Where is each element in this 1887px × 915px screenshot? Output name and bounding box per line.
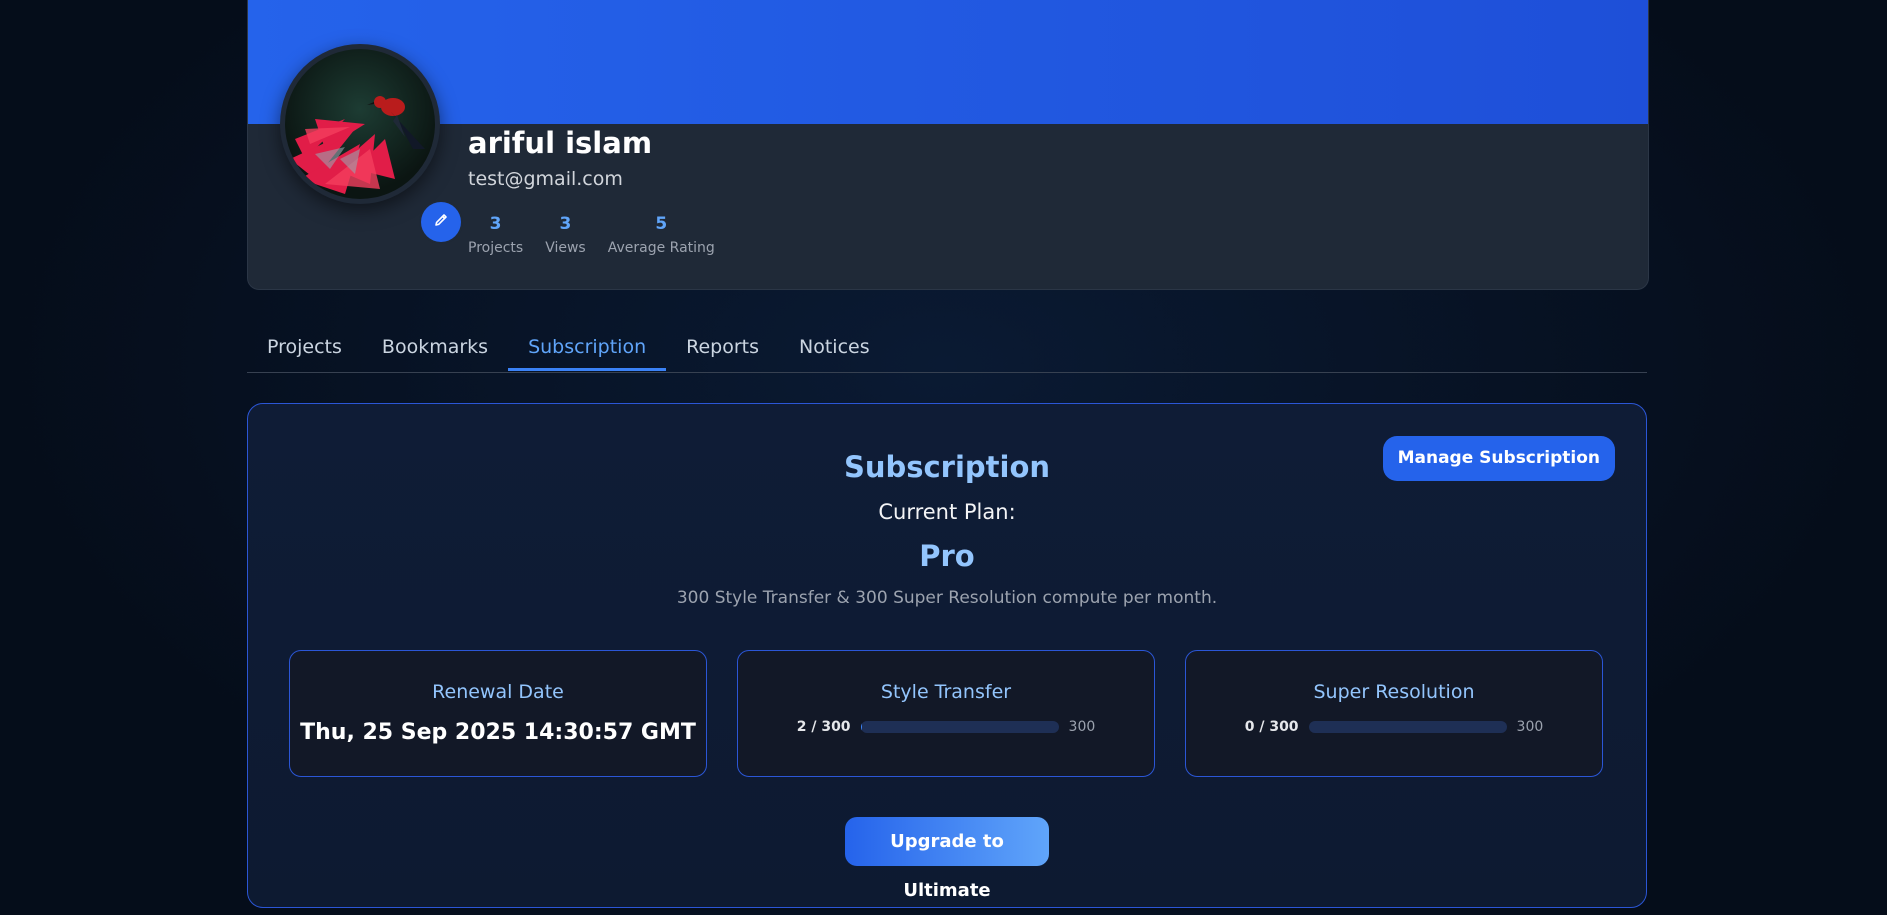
style-transfer-title: Style Transfer	[880, 681, 1012, 703]
profile-tabs: Projects Bookmarks Subscription Reports …	[247, 324, 1647, 373]
stat-value: 3	[489, 214, 502, 234]
profile-banner	[248, 0, 1648, 124]
stat-label: Views	[545, 240, 586, 256]
stat-value: 3	[559, 214, 572, 234]
stat-label: Average Rating	[607, 240, 715, 256]
style-transfer-usage: 2 / 300 300	[738, 719, 1154, 735]
profile-card: ariful islam test@gmail.com 3 Projects 3…	[247, 0, 1649, 290]
usage-max: 300	[1068, 719, 1096, 735]
stat-label: Projects	[468, 240, 524, 256]
tab-projects[interactable]: Projects	[247, 324, 362, 371]
profile-name: ariful islam	[468, 126, 653, 160]
usage-boxes: Renewal Date Thu, 25 Sep 2025 14:30:57 G…	[289, 650, 1603, 777]
renewal-date-box: Renewal Date Thu, 25 Sep 2025 14:30:57 G…	[289, 650, 707, 777]
renewal-date-value: Thu, 25 Sep 2025 14:30:57 GMT	[300, 720, 696, 745]
bird-photo	[285, 49, 435, 199]
renewal-date-title: Renewal Date	[432, 681, 564, 703]
usage-progress-bar	[860, 721, 1059, 733]
super-resolution-box: Super Resolution 0 / 300 300	[1185, 650, 1603, 777]
style-transfer-box: Style Transfer 2 / 300 300	[737, 650, 1155, 777]
tab-subscription[interactable]: Subscription	[508, 324, 667, 371]
pencil-icon	[433, 212, 449, 232]
tab-bookmarks[interactable]: Bookmarks	[362, 324, 508, 371]
usage-progress-fill	[860, 721, 862, 733]
plan-name: Pro	[919, 539, 975, 573]
tab-reports[interactable]: Reports	[666, 324, 779, 371]
avatar	[280, 44, 461, 242]
stat-views: 3 Views	[545, 214, 586, 256]
edit-avatar-button[interactable]	[421, 202, 461, 242]
usage-count: 0 / 300	[1244, 719, 1299, 735]
subscription-card: Manage Subscription Subscription Current…	[247, 403, 1647, 908]
usage-max: 300	[1516, 719, 1544, 735]
subscription-title: Subscription	[843, 450, 1051, 484]
stat-projects: 3 Projects	[468, 214, 523, 256]
current-plan-label: Current Plan:	[878, 500, 1016, 524]
tab-notices[interactable]: Notices	[779, 324, 890, 371]
profile-email: test@gmail.com	[468, 168, 623, 190]
plan-description: 300 Style Transfer & 300 Super Resolutio…	[676, 588, 1218, 608]
stat-value: 5	[655, 214, 668, 234]
super-resolution-usage: 0 / 300 300	[1186, 719, 1602, 735]
usage-count: 2 / 300	[796, 719, 851, 735]
usage-progress-bar	[1308, 721, 1507, 733]
super-resolution-title: Super Resolution	[1313, 681, 1475, 703]
profile-stats: 3 Projects 3 Views 5 Average Rating	[468, 214, 715, 256]
stat-average-rating: 5 Average Rating	[608, 214, 715, 256]
page-container: ariful islam test@gmail.com 3 Projects 3…	[247, 0, 1649, 908]
upgrade-button[interactable]: Upgrade to Ultimate	[845, 817, 1049, 901]
